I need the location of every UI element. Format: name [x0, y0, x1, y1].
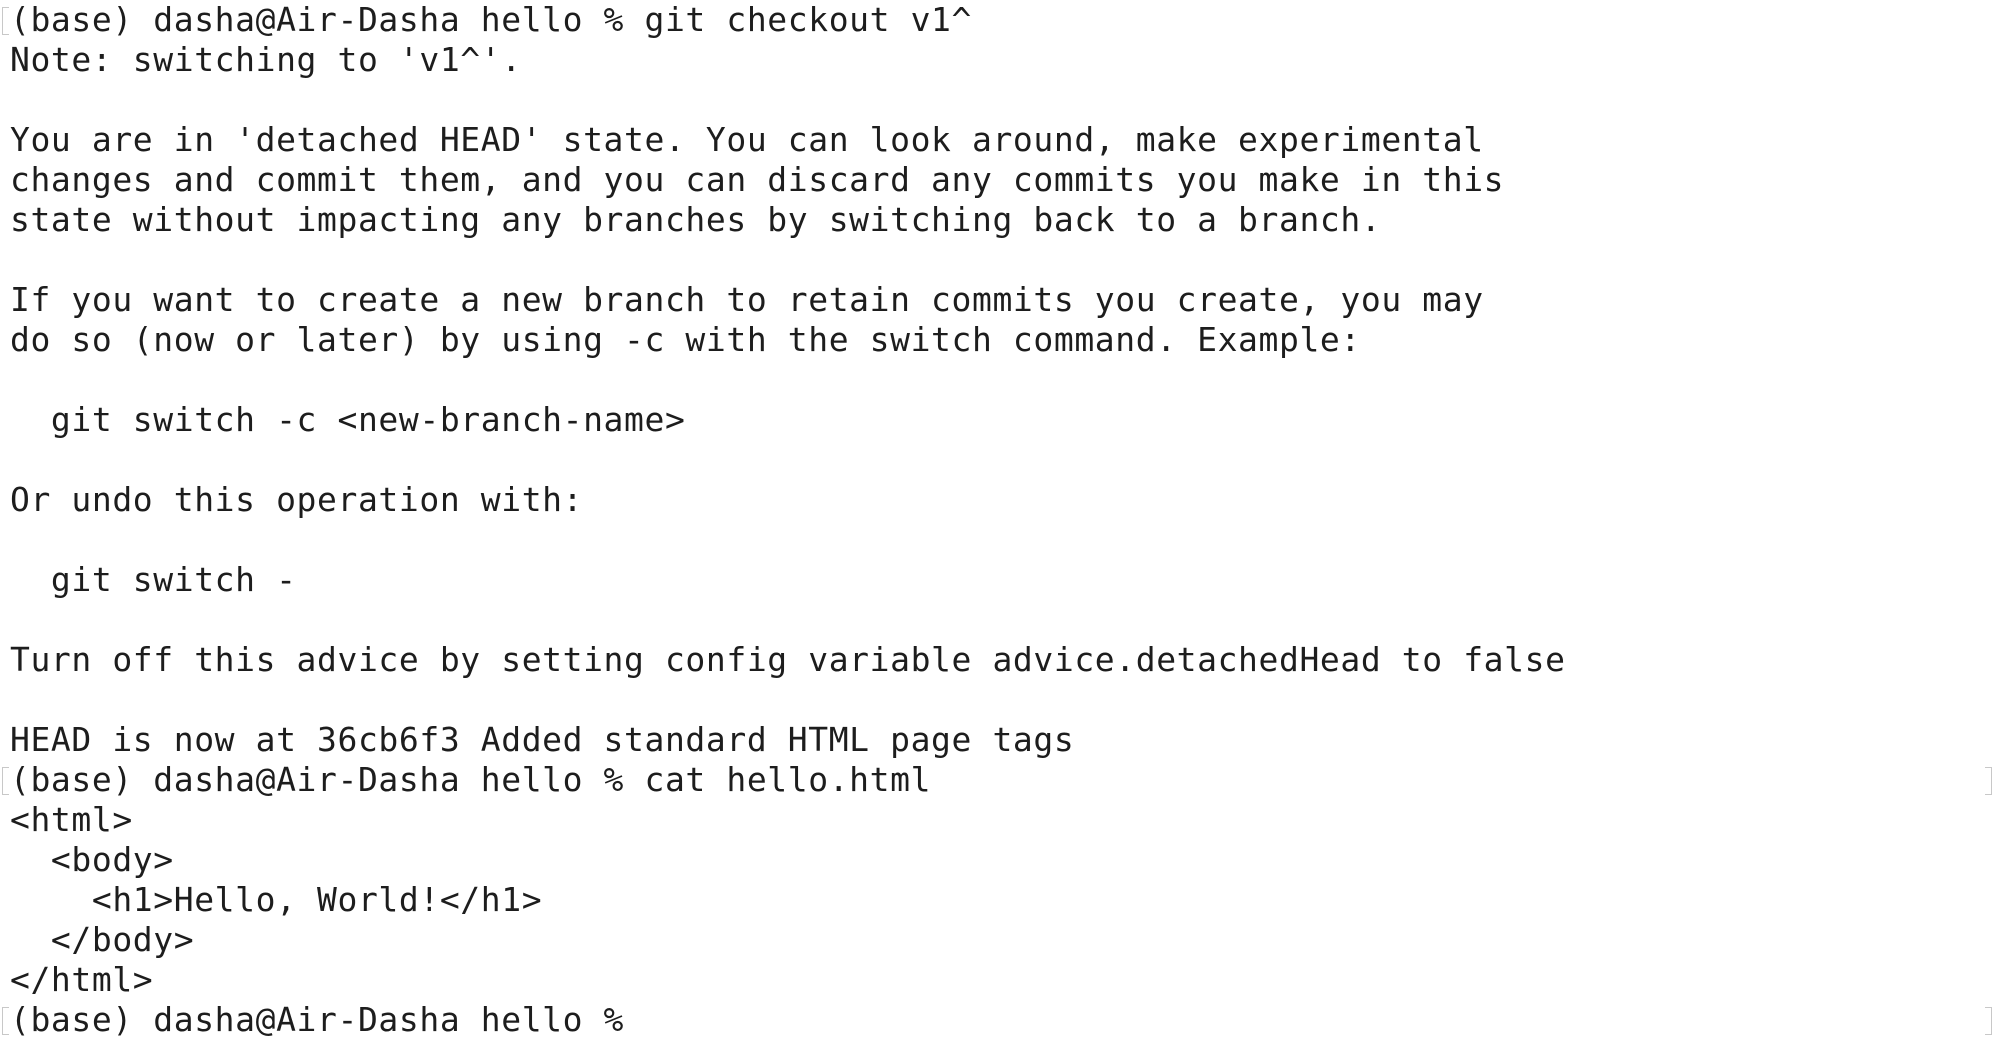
command-prompt[interactable]: (base) dasha@Air-Dasha hello %	[10, 1000, 1960, 1040]
terminal-output[interactable]: (base) dasha@Air-Dasha hello % git check…	[10, 0, 1960, 1040]
output-line: </body>	[10, 920, 195, 959]
output-line: Note: switching to 'v1^'.	[10, 40, 522, 79]
output-line: Or undo this operation with:	[10, 480, 584, 519]
output-line: do so (now or later) by using -c with th…	[10, 320, 1361, 359]
prompt-line[interactable]: (base) dasha@Air-Dasha hello % git check…	[10, 0, 1960, 40]
prompt-mark-icon	[2, 767, 9, 795]
output-line: If you want to create a new branch to re…	[10, 280, 1484, 319]
prompt-line[interactable]: (base) dasha@Air-Dasha hello % cat hello…	[10, 760, 1960, 800]
output-line: <body>	[10, 840, 174, 879]
output-line: </html>	[10, 960, 154, 999]
prompt-mark-icon	[1985, 767, 1992, 795]
output-line: You are in 'detached HEAD' state. You ca…	[10, 120, 1484, 159]
output-line: <h1>Hello, World!</h1>	[10, 880, 543, 919]
prompt-mark-icon	[2, 7, 9, 35]
prompt-mark-icon	[2, 1007, 9, 1035]
output-line: <html>	[10, 800, 133, 839]
output-line: changes and commit them, and you can dis…	[10, 160, 1505, 199]
terminal-window[interactable]: (base) dasha@Air-Dasha hello % git check…	[0, 0, 1996, 1040]
output-line: state without impacting any branches by …	[10, 200, 1382, 239]
prompt-mark-icon	[1985, 1007, 1992, 1035]
output-line: HEAD is now at 36cb6f3 Added standard HT…	[10, 720, 1075, 759]
output-line: git switch -c <new-branch-name>	[10, 400, 686, 439]
output-line: Turn off this advice by setting config v…	[10, 640, 1566, 679]
output-line: git switch -	[10, 560, 297, 599]
